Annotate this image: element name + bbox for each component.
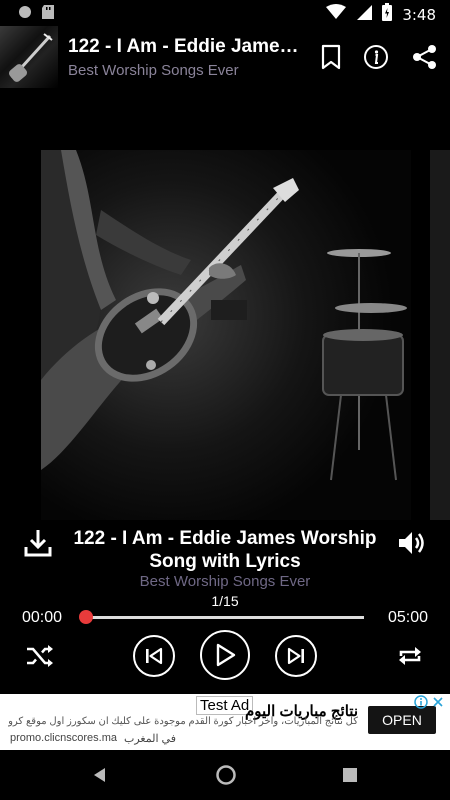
current-time: 00:00 xyxy=(22,609,63,626)
repeat-icon xyxy=(399,647,421,665)
ad-info-icon[interactable] xyxy=(414,695,428,709)
download-button[interactable] xyxy=(22,527,54,559)
seek-thumb[interactable] xyxy=(79,610,93,624)
notification-dot-icon xyxy=(18,5,32,24)
skip-next-icon xyxy=(287,647,304,665)
play-button[interactable] xyxy=(200,630,250,680)
wifi-icon xyxy=(326,4,347,25)
volume-icon[interactable] xyxy=(396,527,428,559)
bookmark-icon[interactable] xyxy=(316,42,346,72)
album-thumbnail[interactable] xyxy=(0,26,58,88)
home-icon[interactable] xyxy=(215,764,237,791)
ad-open-button[interactable]: OPEN xyxy=(368,706,436,734)
header-title: 122 - I Am - Eddie James Worship Song wi… xyxy=(68,36,306,57)
info-icon[interactable] xyxy=(361,42,391,72)
track-position: 1/15 xyxy=(211,593,239,609)
header-subtitle: Best Worship Songs Ever xyxy=(68,62,239,79)
ad-region: في المغرب xyxy=(124,733,176,745)
ad-url[interactable]: promo.clicnscores.ma xyxy=(10,732,117,744)
total-time: 05:00 xyxy=(387,609,428,626)
ad-description: كل نتائج المباريات، وآخر أخبار كورة القد… xyxy=(8,716,358,727)
playlist-name: Best Worship Songs Ever xyxy=(139,573,311,590)
status-bar: 3:48 xyxy=(0,0,450,26)
back-icon[interactable] xyxy=(91,766,107,789)
repeat-button[interactable] xyxy=(394,641,426,671)
skip-previous-icon xyxy=(146,647,163,665)
previous-button[interactable] xyxy=(133,635,175,677)
song-title: 122 - I Am - Eddie James Worship Song wi… xyxy=(73,528,377,572)
seek-bar[interactable] xyxy=(86,616,364,619)
recents-icon[interactable] xyxy=(342,767,358,788)
sd-card-icon xyxy=(42,5,54,24)
share-icon[interactable] xyxy=(410,42,440,72)
album-artwork[interactable] xyxy=(41,150,411,520)
system-nav-bar xyxy=(0,750,450,800)
ad-close-icon[interactable] xyxy=(432,695,444,707)
battery-icon xyxy=(382,3,393,26)
next-button[interactable] xyxy=(275,635,317,677)
play-icon xyxy=(216,643,236,667)
next-artwork-peek[interactable] xyxy=(430,150,450,520)
app-header: 122 - I Am - Eddie James Worship Song wi… xyxy=(0,26,450,92)
cell-signal-icon xyxy=(356,4,373,25)
shuffle-button[interactable] xyxy=(24,641,56,671)
shuffle-icon xyxy=(27,645,53,667)
clock: 3:48 xyxy=(402,5,436,24)
ad-banner[interactable]: Test Ad نتائج مباريات اليوم كل نتائج الم… xyxy=(0,694,450,750)
